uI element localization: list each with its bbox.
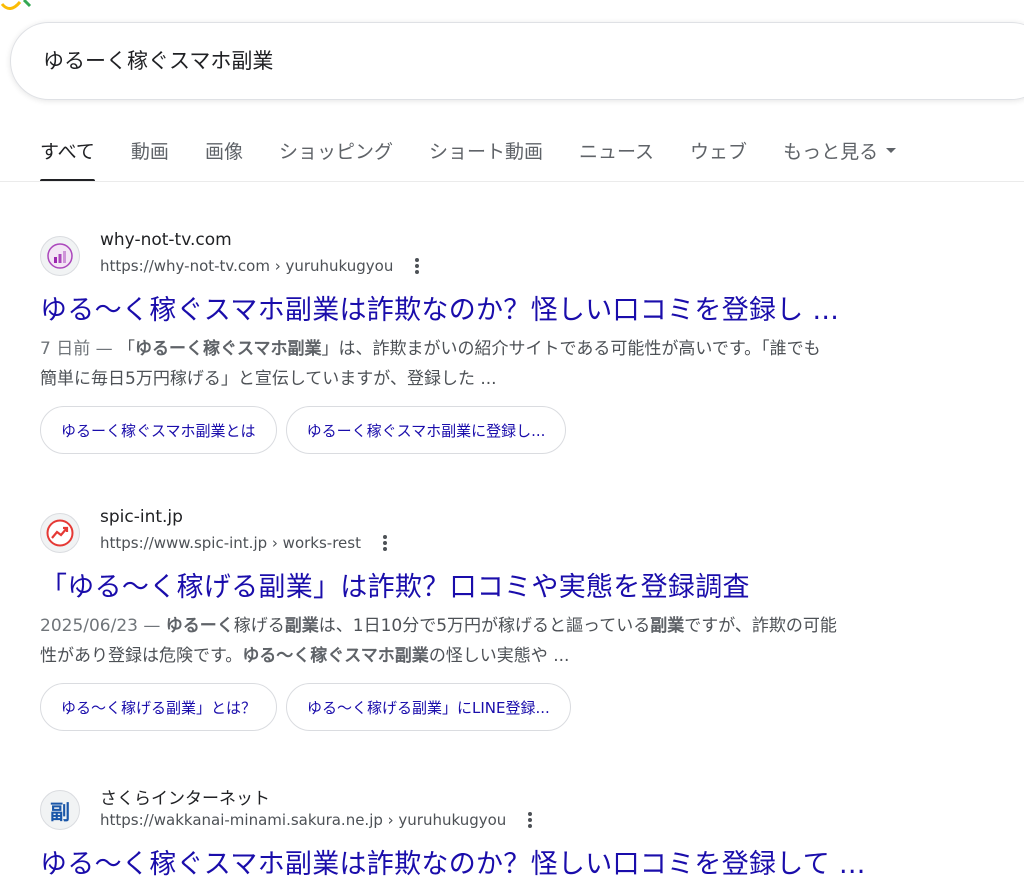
snippet-text: は、1日10分で5万円が稼げると謳っている bbox=[318, 616, 651, 636]
tab-label: ショッピング bbox=[278, 141, 393, 163]
snippet-highlight: 副業 bbox=[284, 616, 319, 636]
tabs-divider bbox=[0, 181, 1024, 182]
related-chips: ゆるーく稼ぐスマホ副業とは ゆるーく稼ぐスマホ副業に登録し... bbox=[40, 406, 575, 454]
related-chips: ゆる〜く稼げる副業」とは？ ゆる〜く稼げる副業」にLINE登録... bbox=[40, 683, 580, 731]
search-input[interactable] bbox=[43, 23, 943, 99]
result-title-link[interactable]: 「ゆる〜く稼げる副業」は詐欺？口コミや実態を登録調査 bbox=[40, 565, 750, 604]
tab-images[interactable]: 画像 bbox=[205, 128, 243, 182]
search-tabs: すべて 動画 画像 ショッピング ショート動画 ニュース ウェブ もっと見る bbox=[40, 128, 932, 182]
more-options-icon[interactable] bbox=[407, 256, 427, 274]
snippet-text: 稼げる bbox=[233, 616, 285, 636]
site-url: https://why-not-tv.com › yuruhukugyou bbox=[100, 257, 427, 276]
snippet-highlight: ゆるーく bbox=[165, 616, 234, 636]
bar-chart-icon bbox=[47, 243, 73, 269]
search-box[interactable] bbox=[10, 22, 1024, 100]
snippet-date: 2025/06/23 — bbox=[40, 616, 166, 636]
tab-label: 画像 bbox=[204, 141, 243, 163]
site-url: https://wakkanai-minami.sakura.ne.jp › y… bbox=[100, 811, 540, 830]
tab-videos[interactable]: 動画 bbox=[131, 128, 169, 182]
snippet-text: ですが、詐欺の可能 bbox=[684, 616, 837, 636]
more-options-icon[interactable] bbox=[520, 810, 540, 828]
snippet-text: 「 bbox=[118, 339, 136, 359]
snippet-date: 7 日前 — bbox=[40, 339, 119, 359]
url-text: https://wakkanai-minami.sakura.ne.jp › y… bbox=[100, 811, 507, 829]
tab-label: ショート動画 bbox=[428, 141, 543, 163]
tab-label: 動画 bbox=[130, 141, 169, 163]
related-chip[interactable]: ゆる〜く稼げる副業」にLINE登録... bbox=[286, 683, 571, 731]
related-chip[interactable]: ゆる〜く稼げる副業」とは？ bbox=[40, 683, 278, 731]
snippet-highlight: ゆるーく稼ぐスマホ副業 bbox=[135, 339, 322, 359]
snippet-text: の怪しい実態や ... bbox=[428, 646, 570, 666]
result-snippet: 7 日前 — 「ゆるーく稼ぐスマホ副業」は、詐欺まがいの紹介サイトである可能性が… bbox=[40, 334, 1005, 394]
result-title-link[interactable]: ゆる〜く稼ぐスマホ副業は詐欺なのか？怪しい口コミを登録し ... bbox=[40, 288, 839, 327]
result-snippet: 2025/06/23 — ゆるーく稼げる副業は、1日10分で5万円が稼げると謳っ… bbox=[40, 611, 1005, 671]
favicon[interactable] bbox=[40, 236, 80, 276]
url-text: https://www.spic-int.jp › works-rest bbox=[100, 534, 361, 552]
snippet-text: 」は、詐欺まがいの紹介サイトである可能性が高いです。「誰でも bbox=[321, 339, 821, 359]
tab-label: ウェブ bbox=[690, 141, 748, 163]
site-name: さくらインターネット bbox=[100, 789, 270, 809]
related-chip[interactable]: ゆるーく稼ぐスマホ副業に登録し... bbox=[285, 406, 567, 454]
favicon[interactable] bbox=[40, 513, 80, 553]
snippet-text: 性があり登録は危険です。 bbox=[40, 646, 243, 666]
tab-label: ニュース bbox=[578, 141, 655, 163]
site-name: spic-int.jp bbox=[100, 507, 183, 527]
site-url: https://www.spic-int.jp › works-rest bbox=[100, 534, 395, 553]
tab-all[interactable]: すべて bbox=[40, 128, 95, 182]
tab-short-videos[interactable]: ショート動画 bbox=[429, 128, 543, 182]
tab-label: もっと見る bbox=[783, 141, 879, 163]
logo-fragment bbox=[0, 0, 32, 10]
favicon[interactable]: 副 bbox=[40, 790, 80, 830]
trend-up-icon bbox=[46, 519, 74, 547]
tab-news[interactable]: ニュース bbox=[579, 128, 654, 182]
url-text: https://why-not-tv.com › yuruhukugyou bbox=[100, 257, 394, 275]
kanji-icon: 副 bbox=[50, 799, 70, 824]
snippet-highlight: ゆる〜く稼ぐスマホ副業 bbox=[242, 646, 429, 666]
site-name: why-not-tv.com bbox=[100, 230, 232, 250]
tab-more[interactable]: もっと見る bbox=[783, 128, 897, 182]
tab-web[interactable]: ウェブ bbox=[690, 128, 747, 182]
related-chip[interactable]: ゆるーく稼ぐスマホ副業とは bbox=[40, 406, 277, 454]
snippet-text: 簡単に毎日5万円稼げる」と宣伝していますが、登録した ... bbox=[40, 369, 497, 389]
result-title-link[interactable]: ゆる〜く稼ぐスマホ副業は詐欺なのか？怪しい口コミを登録して ... bbox=[40, 842, 866, 881]
caret-down-icon bbox=[886, 148, 897, 153]
snippet-highlight: 副業 bbox=[650, 616, 685, 636]
tab-shopping[interactable]: ショッピング bbox=[279, 128, 393, 182]
tab-label: すべて bbox=[40, 141, 95, 163]
more-options-icon[interactable] bbox=[375, 533, 395, 551]
